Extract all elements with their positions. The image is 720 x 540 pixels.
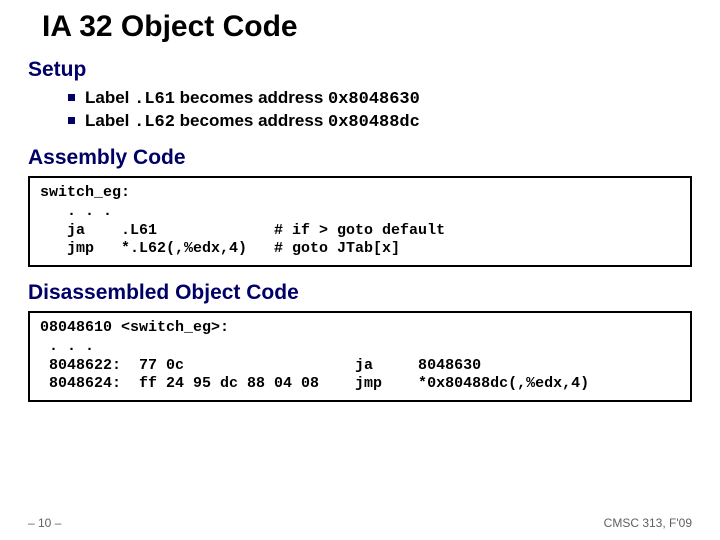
code-text: .L61 bbox=[134, 90, 175, 109]
square-bullet-icon bbox=[68, 94, 75, 101]
text: becomes address bbox=[175, 111, 328, 130]
disasm-code-box: 08048610 <switch_eg>: . . . 8048622: 77 … bbox=[28, 311, 692, 402]
bullet-text: Label .L62 becomes address 0x80488dc bbox=[85, 111, 420, 132]
setup-heading: Setup bbox=[28, 58, 692, 82]
text: Label bbox=[85, 88, 134, 107]
bullet-item: Label .L61 becomes address 0x8048630 bbox=[68, 88, 692, 109]
assembly-code-box: switch_eg: . . . ja .L61 # if > goto def… bbox=[28, 176, 692, 267]
square-bullet-icon bbox=[68, 117, 75, 124]
code-text: .L62 bbox=[134, 113, 175, 132]
setup-bullets: Label .L61 becomes address 0x8048630 Lab… bbox=[68, 88, 692, 132]
code-text: 0x80488dc bbox=[328, 113, 420, 132]
disasm-heading: Disassembled Object Code bbox=[28, 281, 692, 305]
page-title: IA 32 Object Code bbox=[42, 10, 692, 44]
assembly-heading: Assembly Code bbox=[28, 146, 692, 170]
bullet-item: Label .L62 becomes address 0x80488dc bbox=[68, 111, 692, 132]
code-text: 0x8048630 bbox=[328, 90, 420, 109]
page-number: – 10 – bbox=[28, 516, 61, 530]
slide: IA 32 Object Code Setup Label .L61 becom… bbox=[0, 0, 720, 540]
text: Label bbox=[85, 111, 134, 130]
footer: – 10 – CMSC 313, F'09 bbox=[28, 516, 692, 530]
course-tag: CMSC 313, F'09 bbox=[604, 516, 692, 530]
text: becomes address bbox=[175, 88, 328, 107]
bullet-text: Label .L61 becomes address 0x8048630 bbox=[85, 88, 420, 109]
